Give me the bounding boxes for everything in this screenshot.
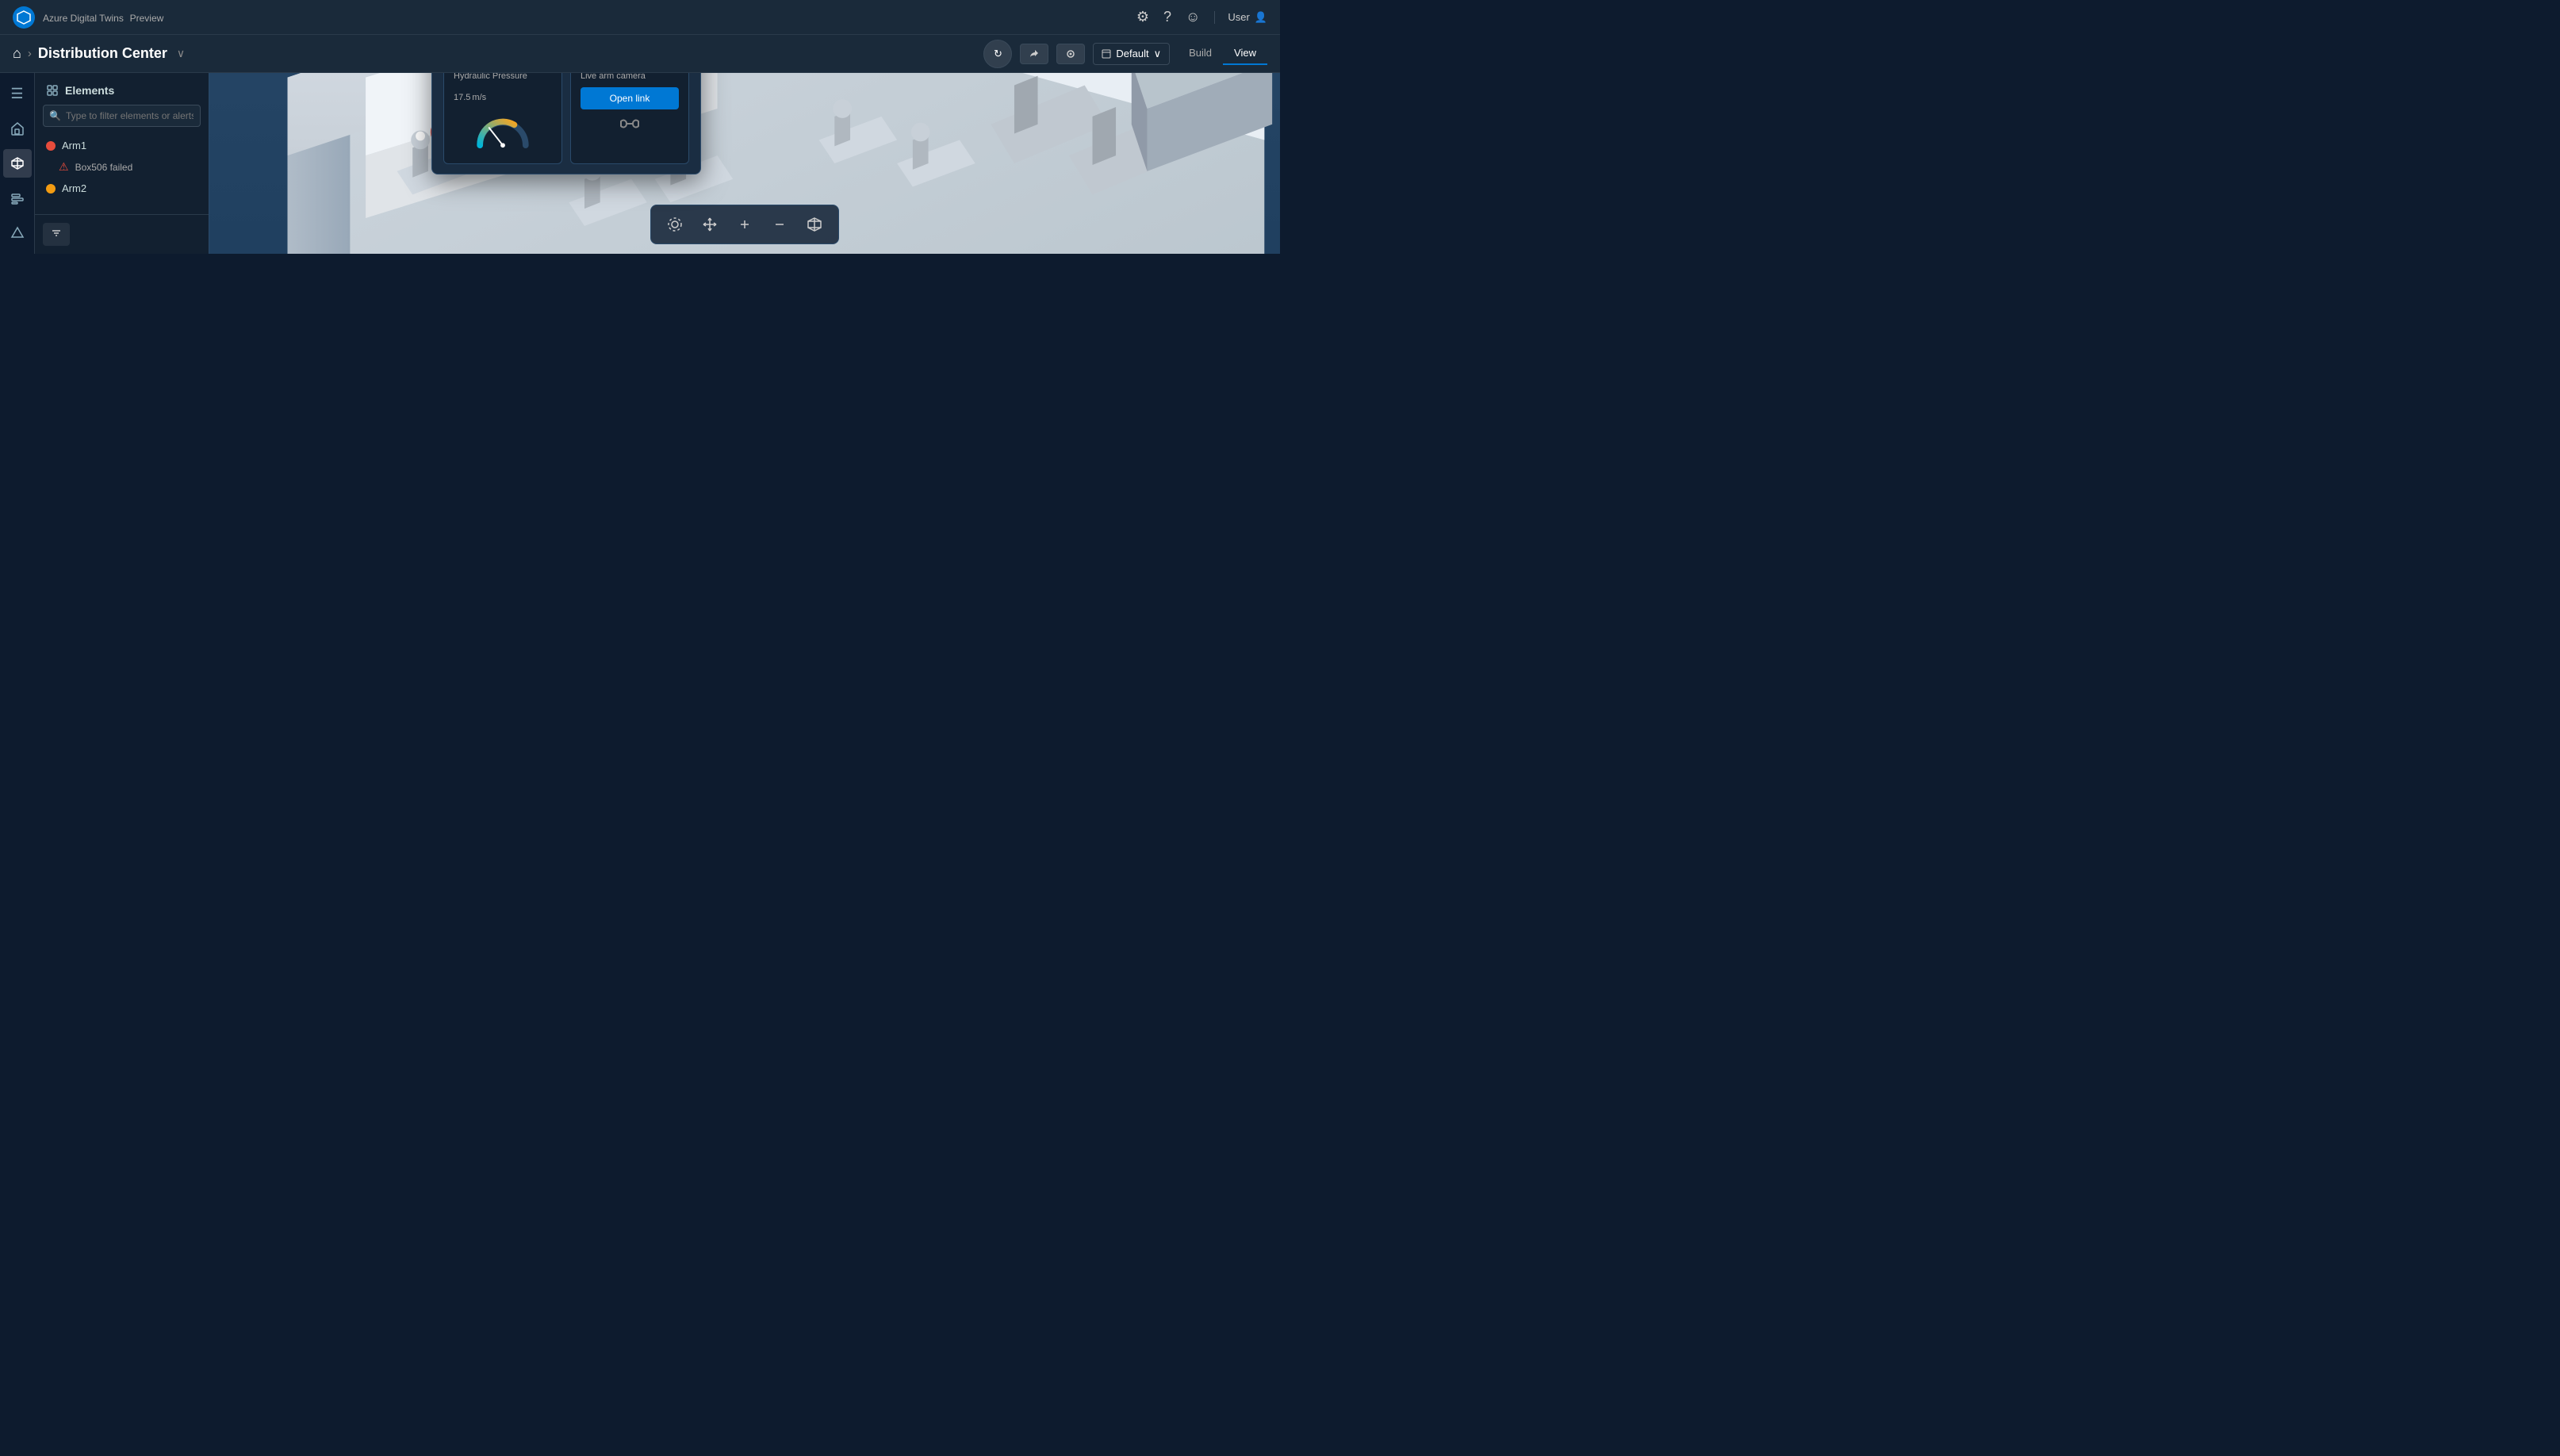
sidebar-bottom bbox=[35, 214, 209, 254]
search-icon: 🔍 bbox=[49, 110, 61, 121]
move-button[interactable] bbox=[696, 210, 724, 239]
smiley-icon[interactable]: ☺ bbox=[1186, 9, 1200, 25]
arm1-label: Arm1 bbox=[62, 140, 86, 151]
view-build-tabs: Build View bbox=[1178, 42, 1267, 65]
icon-rail: ☰ bbox=[0, 73, 35, 254]
share-button[interactable] bbox=[1020, 44, 1048, 64]
pressure-unit: m/s bbox=[472, 93, 486, 102]
app-title-text: Azure Digital Twins bbox=[43, 13, 124, 24]
sidebar-filter-button[interactable] bbox=[43, 223, 70, 246]
default-label: Default bbox=[1116, 48, 1148, 59]
breadcrumb-dropdown-icon[interactable]: ∨ bbox=[177, 47, 185, 60]
elements-list: Arm1 ⚠ Box506 failed Arm2 bbox=[35, 135, 209, 214]
elements-search-container: 🔍 bbox=[43, 105, 201, 127]
rail-menu-icon[interactable]: ☰ bbox=[3, 79, 32, 108]
focus-button[interactable] bbox=[661, 210, 689, 239]
app-subtitle: Preview bbox=[130, 13, 164, 24]
arm1-status-icon bbox=[46, 141, 56, 151]
refresh-button[interactable]: ↻ bbox=[983, 40, 1012, 68]
breadcrumb-separator: › bbox=[28, 47, 32, 60]
arm2-label: Arm2 bbox=[62, 182, 86, 194]
elements-label: Elements bbox=[65, 84, 114, 97]
pressure-gauge bbox=[454, 105, 552, 155]
left-panel: ☰ Elements 🔍 bbox=[0, 73, 209, 254]
box506-label: Box506 failed bbox=[75, 162, 133, 173]
list-item[interactable]: Arm1 bbox=[35, 135, 209, 156]
pressure-label: Hydraulic Pressure bbox=[454, 73, 552, 81]
rail-query-icon[interactable] bbox=[3, 219, 32, 247]
pressure-number: 17.5 bbox=[454, 93, 470, 102]
rail-3d-icon[interactable] bbox=[3, 149, 32, 178]
navbar-right: ⚙ ? ☺ User 👤 bbox=[1136, 9, 1267, 25]
list-item[interactable]: Arm2 bbox=[35, 178, 209, 199]
user-menu[interactable]: User 👤 bbox=[1214, 11, 1267, 24]
user-label: User bbox=[1228, 11, 1249, 23]
main-layout: ☰ Elements 🔍 bbox=[0, 73, 1280, 254]
popup-body: Packing Line Efficiency ⚠ Box506 failed … bbox=[432, 73, 700, 174]
popup-card: Arm1 ✕ State All properties Packing Line… bbox=[431, 73, 701, 174]
view-tab[interactable]: View bbox=[1223, 42, 1267, 65]
chevron-down-icon: ∨ bbox=[1154, 48, 1162, 60]
app-title: Azure Digital Twins Preview bbox=[43, 11, 163, 24]
rail-model-icon[interactable] bbox=[3, 184, 32, 213]
breadcrumb-bar: ⌂ › Distribution Center ∨ ↻ Default ∨ Bu… bbox=[0, 35, 1280, 73]
open-link-button[interactable]: Open link bbox=[581, 87, 679, 109]
breadcrumb: ⌂ › Distribution Center ∨ bbox=[13, 45, 185, 62]
zoom-out-button[interactable] bbox=[765, 210, 794, 239]
toolbar-right: ↻ Default ∨ Build View bbox=[983, 40, 1267, 68]
elements-panel: Elements 🔍 Arm1 ⚠ Box506 failed Arm2 bbox=[35, 73, 209, 254]
breadcrumb-current: Distribution Center bbox=[38, 45, 167, 62]
user-avatar-icon: 👤 bbox=[1255, 11, 1267, 24]
hydraulic-pressure-card: Hydraulic Pressure 17.5m/s bbox=[443, 73, 562, 164]
rail-home-icon[interactable] bbox=[3, 114, 32, 143]
settings-icon[interactable]: ⚙ bbox=[1136, 9, 1149, 25]
pressure-value: 17.5m/s bbox=[454, 84, 552, 105]
live-camera-card: Live arm camera Open link bbox=[570, 73, 689, 164]
viewport[interactable]: ⚠ A ▶ Arm1 ✕ State All properties bbox=[209, 73, 1280, 254]
alert-triangle-icon: ⚠ bbox=[59, 160, 69, 174]
model-button[interactable] bbox=[800, 210, 829, 239]
search-input[interactable] bbox=[43, 105, 201, 127]
navbar: Azure Digital Twins Preview ⚙ ? ☺ User 👤 bbox=[0, 0, 1280, 35]
elements-header: Elements bbox=[35, 73, 209, 105]
list-item[interactable]: ⚠ Box506 failed bbox=[35, 156, 209, 178]
metrics-row: Hydraulic Pressure 17.5m/s bbox=[443, 73, 689, 164]
link-icon bbox=[581, 116, 679, 136]
default-select[interactable]: Default ∨ bbox=[1093, 43, 1170, 65]
navbar-left: Azure Digital Twins Preview bbox=[13, 6, 163, 29]
app-logo bbox=[13, 6, 35, 29]
home-button[interactable]: ⌂ bbox=[13, 45, 21, 62]
zoom-in-button[interactable] bbox=[730, 210, 759, 239]
camera-label: Live arm camera bbox=[581, 73, 679, 81]
build-tab[interactable]: Build bbox=[1178, 42, 1223, 65]
bottom-toolbar bbox=[650, 205, 839, 244]
arm2-status-icon bbox=[46, 184, 56, 193]
help-icon[interactable]: ? bbox=[1163, 9, 1171, 25]
scene-settings-button[interactable] bbox=[1056, 44, 1085, 64]
elements-icon bbox=[46, 84, 59, 97]
